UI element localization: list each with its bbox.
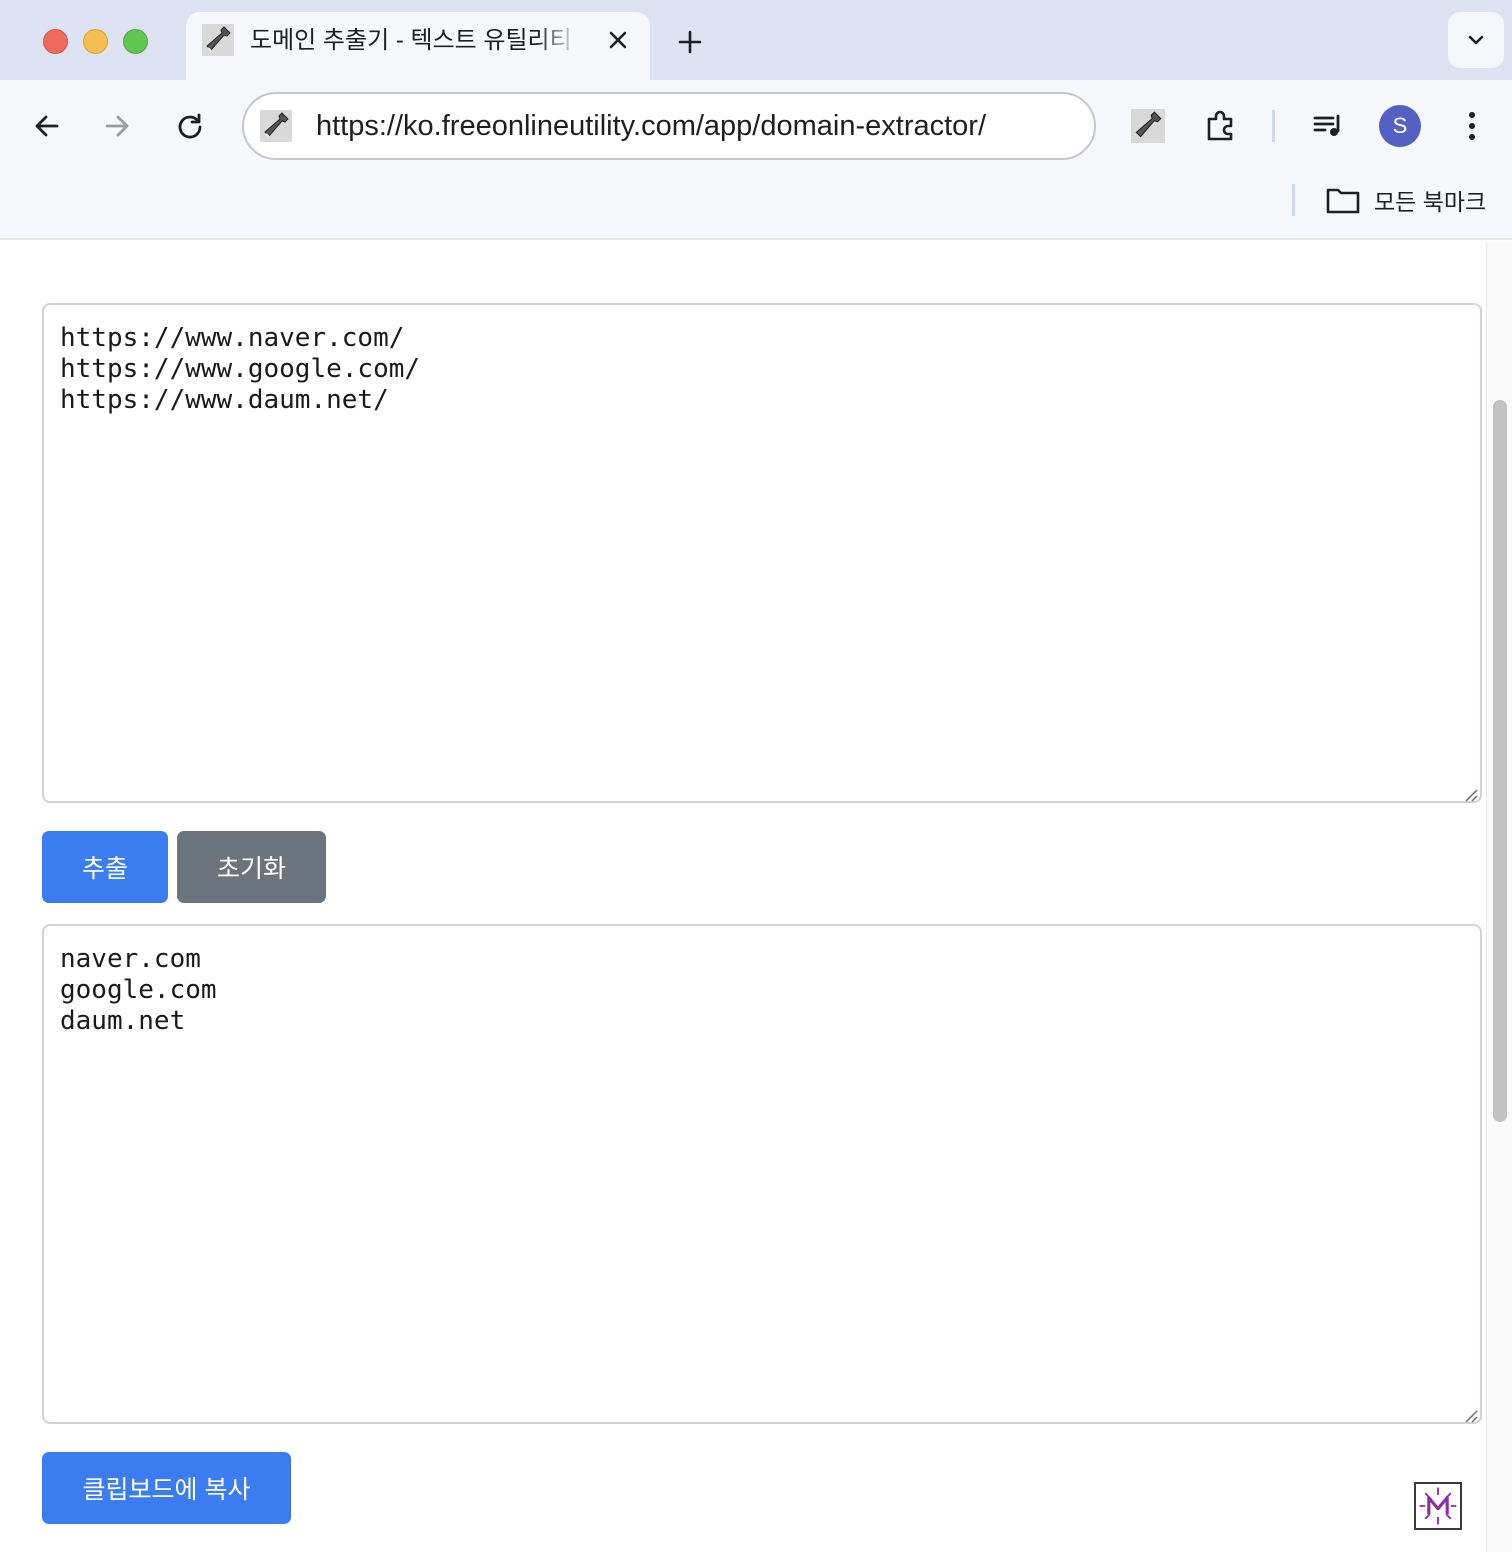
toolbar-divider	[1272, 110, 1275, 142]
kebab-menu-icon	[1469, 112, 1475, 140]
output-resize-handle[interactable]	[1462, 1407, 1478, 1423]
media-controls-button[interactable]	[1308, 106, 1348, 146]
extension-button[interactable]	[1128, 106, 1168, 146]
tab-close-button[interactable]	[604, 26, 632, 54]
bookmarks-bar: 모든 북마크	[0, 172, 1512, 240]
close-icon	[609, 31, 627, 49]
site-logo-badge[interactable]	[1414, 1482, 1462, 1530]
url-input-textarea[interactable]: https://www.naver.com/ https://www.googl…	[42, 303, 1482, 803]
domain-output-textarea[interactable]: naver.com google.com daum.net	[42, 924, 1482, 1424]
input-resize-handle[interactable]	[1462, 786, 1478, 802]
all-bookmarks-button[interactable]: 모든 북마크	[1326, 182, 1486, 218]
all-bookmarks-label: 모든 북마크	[1374, 189, 1487, 215]
window-close-button[interactable]	[43, 29, 68, 54]
tab-search-button[interactable]	[1448, 12, 1504, 68]
browser-menu-button[interactable]	[1452, 106, 1492, 146]
wrench-extension-icon	[1131, 109, 1165, 143]
browser-toolbar: https://ko.freeonlineutility.com/app/dom…	[0, 80, 1512, 172]
extract-button[interactable]: 추출	[42, 831, 168, 903]
back-button[interactable]	[25, 104, 69, 148]
window-minimize-button[interactable]	[83, 29, 108, 54]
tab-title: 도메인 추출기 - 텍스트 유틸리티 - 무료 온라인 유틸리티	[250, 27, 576, 54]
arrow-left-icon	[35, 115, 59, 137]
window-maximize-button[interactable]	[123, 29, 148, 54]
chevron-down-icon	[1468, 35, 1484, 45]
folder-icon	[1326, 188, 1360, 214]
reset-button[interactable]: 초기화	[177, 831, 326, 903]
tab-strip: 도메인 추출기 - 텍스트 유틸리티 - 무료 온라인 유틸리티	[0, 0, 1512, 80]
copy-to-clipboard-button[interactable]: 클립보드에 복사	[42, 1452, 291, 1524]
page-content: https://www.naver.com/ https://www.googl…	[0, 242, 1512, 1552]
address-bar[interactable]: https://ko.freeonlineutility.com/app/dom…	[242, 92, 1096, 160]
new-tab-button[interactable]	[672, 24, 708, 60]
site-info-icon[interactable]	[260, 110, 292, 142]
puzzle-icon	[1207, 110, 1233, 141]
arrow-right-icon	[105, 115, 129, 137]
forward-button[interactable]	[95, 104, 139, 148]
extensions-menu-button[interactable]	[1201, 106, 1241, 146]
reload-button[interactable]	[168, 104, 212, 148]
scrollbar-thumb[interactable]	[1493, 400, 1507, 1122]
wrench-favicon-icon	[202, 24, 234, 56]
profile-avatar[interactable]: S	[1379, 105, 1421, 147]
url-text[interactable]: https://ko.freeonlineutility.com/app/dom…	[316, 108, 986, 144]
reload-icon	[178, 113, 202, 139]
tab-title-fade	[536, 22, 580, 60]
active-tab[interactable]: 도메인 추출기 - 텍스트 유틸리티 - 무료 온라인 유틸리티	[186, 12, 650, 80]
media-queue-icon	[1313, 114, 1340, 136]
bookmarks-divider	[1292, 184, 1295, 216]
plus-icon	[678, 30, 702, 54]
